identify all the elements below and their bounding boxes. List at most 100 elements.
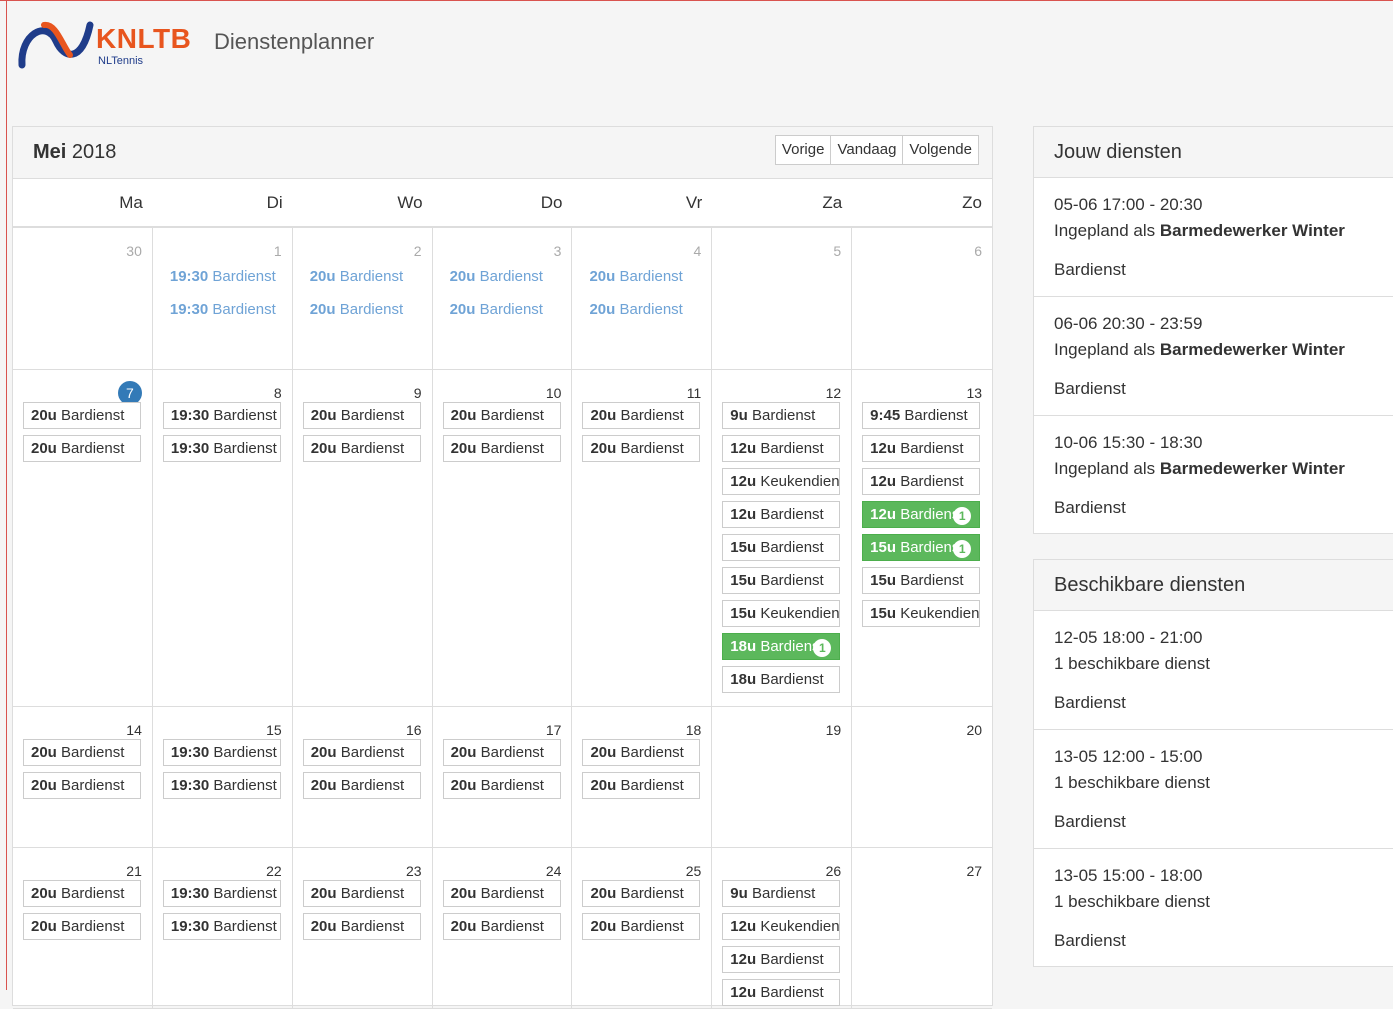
- shift-event[interactable]: 20u Bardienst: [582, 772, 701, 799]
- shift-event[interactable]: 12u Keukendienst: [722, 913, 841, 940]
- shift-event[interactable]: 12u Bardienst: [722, 435, 841, 462]
- calendar-day[interactable]: 16 20u Bardienst 20u Bardienst: [293, 707, 433, 847]
- shift-event[interactable]: 20u Bardienst: [442, 739, 561, 766]
- shift-event[interactable]: 20u Bardienst: [582, 435, 701, 462]
- shift-event[interactable]: 20u Bardienst: [23, 772, 141, 799]
- shift-event[interactable]: 20u Bardienst: [23, 880, 141, 907]
- shift-event[interactable]: 12u Keukendienst: [722, 468, 841, 495]
- shift-event[interactable]: 20u Bardienst: [582, 402, 701, 429]
- shift-event[interactable]: 20u Bardienst: [302, 402, 421, 429]
- app-title[interactable]: Dienstenplanner: [214, 29, 374, 55]
- available-shift-item[interactable]: 12-05 18:00 - 21:00 1 beschikbare dienst B…: [1034, 611, 1393, 730]
- prev-button[interactable]: Vorige: [774, 135, 832, 165]
- shift-event[interactable]: 20u Bardienst: [303, 297, 421, 324]
- next-button[interactable]: Volgende: [902, 135, 979, 165]
- calendar-day[interactable]: 5: [712, 228, 853, 369]
- shift-event[interactable]: 20u Bardienst: [582, 264, 700, 291]
- shift-event[interactable]: 15u Keukendienst: [722, 600, 841, 627]
- calendar-day[interactable]: 23 20u Bardienst 20u Bardienst: [293, 848, 433, 1008]
- my-shift-item[interactable]: 05-06 17:00 - 20:30 Ingepland als Barmede…: [1034, 178, 1393, 297]
- shift-name: Bardienst: [760, 572, 824, 589]
- shift-event[interactable]: 15u Bardienst: [722, 534, 841, 561]
- shift-event[interactable]: 19:30 Bardienst: [162, 402, 281, 429]
- shift-event[interactable]: 20u Bardienst: [302, 772, 421, 799]
- shift-event[interactable]: 20u Bardienst: [582, 739, 701, 766]
- shift-event[interactable]: 12u Bardienst: [722, 946, 841, 973]
- shift-event[interactable]: 20u Bardienst: [302, 435, 421, 462]
- calendar-day[interactable]: 3 20u Bardienst 20u Bardienst: [433, 228, 573, 369]
- shift-event[interactable]: 15u Bardienst: [862, 567, 981, 594]
- calendar-day[interactable]: 22 19:30 Bardienst 19:30 Bardienst: [153, 848, 293, 1008]
- calendar-day[interactable]: 11 20u Bardienst 20u Bardienst: [572, 370, 713, 706]
- shift-event[interactable]: 12u Bardienst: [862, 435, 981, 462]
- calendar-day[interactable]: 15 19:30 Bardienst 19:30 Bardienst: [153, 707, 293, 847]
- shift-event[interactable]: 20u Bardienst: [582, 297, 700, 324]
- knltb-logo-icon[interactable]: [16, 15, 96, 71]
- shift-event[interactable]: 19:30 Bardienst: [162, 913, 281, 940]
- calendar-day[interactable]: 10 20u Bardienst 20u Bardienst: [433, 370, 573, 706]
- calendar-day[interactable]: 13 9:45 Bardienst 12u Bardienst 12u Bardien…: [852, 370, 992, 706]
- shift-event[interactable]: 20u Bardienst: [582, 880, 701, 907]
- shift-event[interactable]: 12u Bardienst: [722, 979, 841, 1006]
- shift-event[interactable]: 20u Bardienst: [442, 435, 561, 462]
- shift-event[interactable]: 20u Bardienst: [442, 772, 561, 799]
- calendar-day[interactable]: 27: [852, 848, 992, 1008]
- shift-event[interactable]: 20u Bardienst: [442, 402, 561, 429]
- calendar-day[interactable]: 6: [852, 228, 992, 369]
- shift-event[interactable]: 19:30 Bardienst: [162, 772, 281, 799]
- available-shift-item[interactable]: 13-05 12:00 - 15:00 1 beschikbare dienst B…: [1034, 730, 1393, 849]
- shift-event[interactable]: 20u Bardienst: [303, 264, 421, 291]
- shift-event[interactable]: 20u Bardienst: [443, 264, 561, 291]
- calendar-day[interactable]: 14 20u Bardienst 20u Bardienst: [13, 707, 153, 847]
- shift-event[interactable]: 20u Bardienst: [23, 913, 141, 940]
- shift-event[interactable]: 20u Bardienst: [442, 913, 561, 940]
- calendar-day[interactable]: 19: [712, 707, 853, 847]
- shift-event[interactable]: 19:30 Bardienst: [162, 739, 281, 766]
- shift-event[interactable]: 12u Bardienst 1: [862, 501, 981, 528]
- shift-event[interactable]: 20u Bardienst: [23, 435, 141, 462]
- shift-event[interactable]: 12u Bardienst: [862, 468, 981, 495]
- shift-event[interactable]: 18u Bardienst 1: [722, 633, 841, 660]
- shift-event[interactable]: 20u Bardienst: [443, 297, 561, 324]
- today-button[interactable]: Vandaag: [830, 135, 904, 165]
- calendar-day[interactable]: 7 20u Bardienst 20u Bardienst: [13, 370, 153, 706]
- calendar-day[interactable]: 24 20u Bardienst 20u Bardienst: [433, 848, 573, 1008]
- shift-event[interactable]: 18u Bardienst: [722, 666, 841, 693]
- shift-event[interactable]: 19:30 Bardienst: [162, 435, 281, 462]
- shift-event[interactable]: 9u Bardienst: [722, 880, 841, 907]
- calendar-day[interactable]: 1 19:30 Bardienst 19:30 Bardienst: [153, 228, 293, 369]
- brand-name[interactable]: KNLTB: [96, 23, 191, 55]
- available-shift-item[interactable]: 13-05 15:00 - 18:00 1 beschikbare dienst B…: [1034, 849, 1393, 968]
- calendar-day[interactable]: 9 20u Bardienst 20u Bardienst: [293, 370, 433, 706]
- calendar-day[interactable]: 12 9u Bardienst 12u Bardienst 12u Keukendie…: [712, 370, 853, 706]
- shift-event[interactable]: 20u Bardienst: [23, 739, 141, 766]
- calendar-day[interactable]: 4 20u Bardienst 20u Bardienst: [572, 228, 713, 369]
- shift-event[interactable]: 15u Bardienst: [722, 567, 841, 594]
- shift-event[interactable]: 20u Bardienst: [23, 402, 141, 429]
- shift-event[interactable]: 20u Bardienst: [442, 880, 561, 907]
- shift-event[interactable]: 20u Bardienst: [302, 880, 421, 907]
- shift-event[interactable]: 19:30 Bardienst: [162, 880, 281, 907]
- shift-event[interactable]: 19:30 Bardienst: [163, 264, 281, 291]
- calendar-day[interactable]: 20: [852, 707, 992, 847]
- calendar-day[interactable]: 269u Bardienst12u Keukendienst12u Bardie…: [712, 848, 853, 1008]
- shift-event[interactable]: 15u Keukendienst: [862, 600, 981, 627]
- shift-event[interactable]: 20u Bardienst: [302, 913, 421, 940]
- my-shift-item[interactable]: 06-06 20:30 - 23:59 Ingepland als Barmede…: [1034, 297, 1393, 416]
- my-shift-item[interactable]: 10-06 15:30 - 18:30 Ingepland als Barmede…: [1034, 416, 1393, 535]
- shift-event[interactable]: 9:45 Bardienst: [862, 402, 981, 429]
- shift-event[interactable]: 15u Bardienst 1: [862, 534, 981, 561]
- shift-event[interactable]: 20u Bardienst: [302, 739, 421, 766]
- shift-event[interactable]: 9u Bardienst: [722, 402, 841, 429]
- calendar-day[interactable]: 17 20u Bardienst 20u Bardienst: [433, 707, 573, 847]
- calendar-day[interactable]: 21 20u Bardienst 20u Bardienst: [13, 848, 153, 1008]
- calendar-day[interactable]: 2 20u Bardienst 20u Bardienst: [293, 228, 433, 369]
- calendar-day[interactable]: 30: [13, 228, 153, 369]
- calendar-day[interactable]: 18 20u Bardienst 20u Bardienst: [572, 707, 713, 847]
- shift-event[interactable]: 19:30 Bardienst: [163, 297, 281, 324]
- calendar-day[interactable]: 25 20u Bardienst 20u Bardienst: [572, 848, 713, 1008]
- shift-event[interactable]: 12u Bardienst: [722, 501, 841, 528]
- calendar-day[interactable]: 8 19:30 Bardienst 19:30 Bardienst: [153, 370, 293, 706]
- day-number: 30: [126, 243, 142, 259]
- shift-event[interactable]: 20u Bardienst: [582, 913, 701, 940]
